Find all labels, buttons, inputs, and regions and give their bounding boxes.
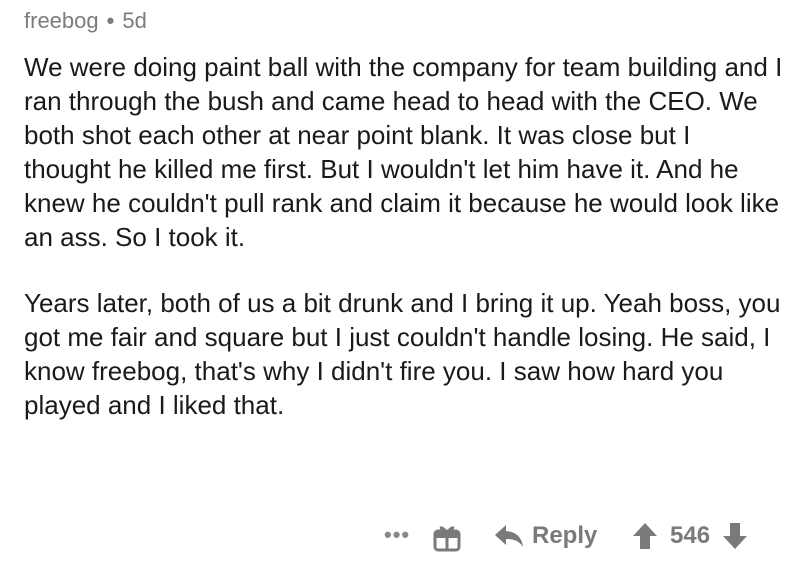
comment-paragraph: Years later, both of us a bit drunk and …: [24, 288, 781, 420]
comment-body: We were doing paint ball with the compan…: [24, 50, 784, 454]
comment-age: 5d: [122, 8, 147, 33]
upvote-arrow-icon[interactable]: [632, 522, 658, 550]
more-options-button[interactable]: •••: [384, 518, 410, 552]
downvote-arrow-icon[interactable]: [722, 522, 748, 550]
comment-meta: freebog • 5d: [24, 6, 147, 36]
reply-label: Reply: [532, 522, 598, 549]
meta-separator: •: [106, 8, 115, 33]
vote-controls: 546: [632, 518, 748, 554]
author-name[interactable]: freebog: [24, 8, 99, 33]
reply-button[interactable]: Reply: [494, 518, 597, 554]
gift-award-icon[interactable]: [432, 522, 462, 552]
comment-paragraph: We were doing paint ball with the compan…: [24, 52, 783, 252]
reply-arrow-icon: [495, 525, 523, 547]
comment-actions: ••• Reply 546: [24, 518, 800, 554]
score-count: 546: [670, 522, 711, 549]
